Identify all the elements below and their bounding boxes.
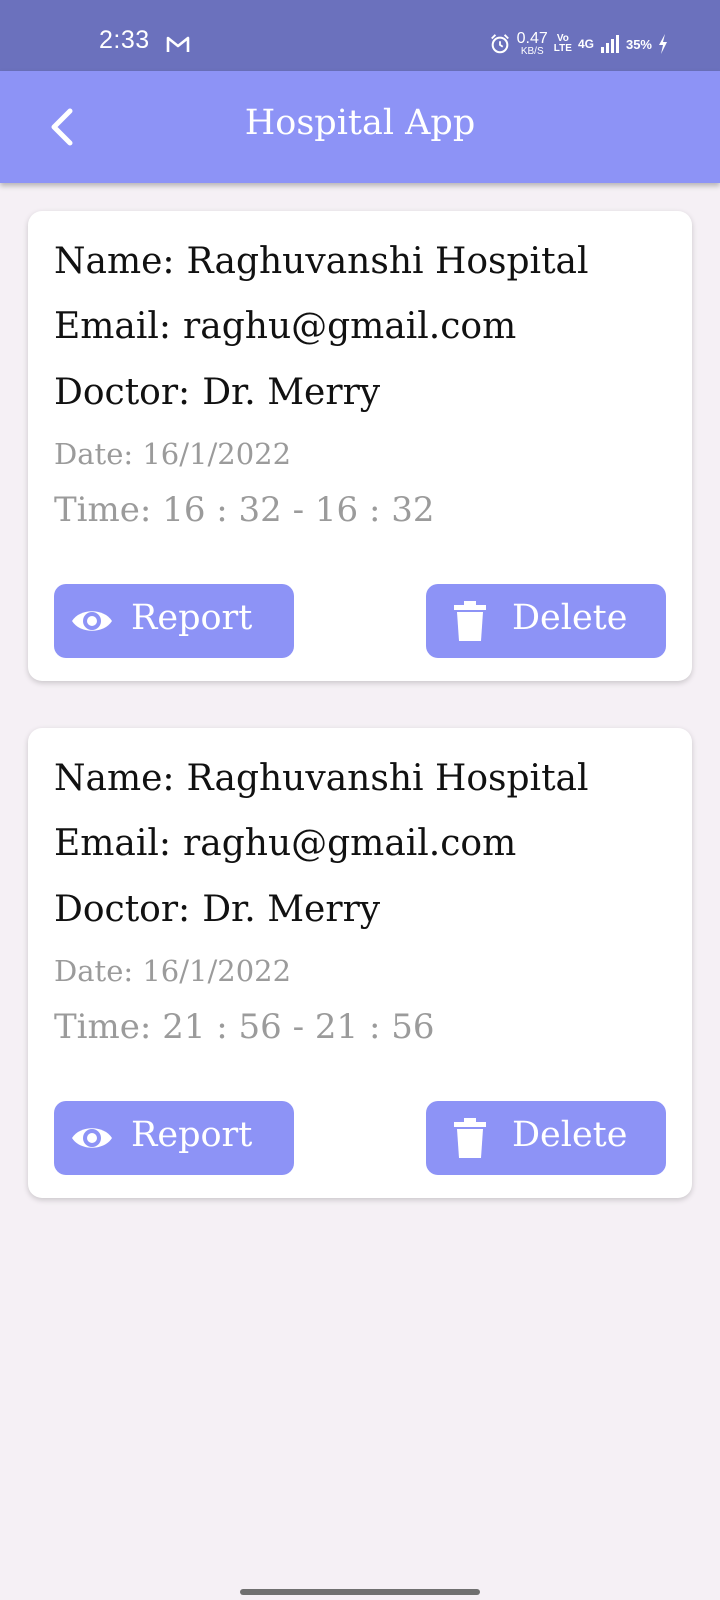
appointment-card: Name: Raghuvanshi Hospital Email: raghu@gm… bbox=[28, 728, 692, 1198]
date-value: 16/1/2022 bbox=[142, 954, 292, 988]
delete-button-label: Delete bbox=[512, 598, 628, 638]
network-speed-value: 0.47 bbox=[516, 30, 548, 47]
battery-level: 35% bbox=[625, 36, 652, 52]
doctor-label: Doctor: bbox=[54, 372, 191, 413]
doctor-name: Dr. Merry bbox=[202, 889, 381, 930]
email-label: Email: bbox=[54, 306, 172, 347]
email-value: raghu@gmail.com bbox=[183, 306, 517, 347]
time-label: Time: bbox=[54, 490, 152, 530]
report-button[interactable]: Report bbox=[54, 1101, 294, 1175]
alarm-icon bbox=[490, 34, 509, 54]
trash-icon bbox=[454, 1118, 486, 1158]
time-value: 21 : 56 - 21 : 56 bbox=[162, 1007, 435, 1047]
date-value: 16/1/2022 bbox=[142, 437, 292, 471]
delete-button-label: Delete bbox=[512, 1115, 628, 1155]
volte-indicator: Vo LTE bbox=[554, 34, 572, 54]
home-indicator[interactable] bbox=[240, 1589, 480, 1595]
status-icons: 0.47 KB/S Vo LTE 4G 35% bbox=[489, 30, 668, 58]
email-label: Email: bbox=[54, 823, 172, 864]
hospital-name-row: Name: Raghuvanshi Hospital bbox=[54, 758, 589, 799]
network-type: 4G bbox=[577, 37, 594, 51]
signal-icon bbox=[600, 35, 619, 53]
email-value: raghu@gmail.com bbox=[183, 823, 517, 864]
appointment-card: Name: Raghuvanshi Hospital Email: raghu@gm… bbox=[28, 211, 692, 681]
date-label: Date: bbox=[54, 954, 134, 988]
time-row: Time: 21 : 56 - 21 : 56 bbox=[54, 1007, 435, 1047]
date-label: Date: bbox=[54, 437, 134, 471]
doctor-row: Doctor: Dr. Merry bbox=[54, 372, 380, 413]
report-button-label: Report bbox=[131, 598, 253, 638]
eye-icon bbox=[72, 611, 112, 631]
doctor-label: Doctor: bbox=[54, 889, 191, 930]
time-label: Time: bbox=[54, 1007, 152, 1047]
date-row: Date: 16/1/2022 bbox=[54, 437, 291, 471]
email-row: Email: raghu@gmail.com bbox=[54, 823, 516, 864]
email-row: Email: raghu@gmail.com bbox=[54, 306, 516, 347]
app-bar: Hospital App bbox=[0, 71, 720, 183]
hospital-name: Raghuvanshi Hospital bbox=[186, 241, 589, 282]
report-button[interactable]: Report bbox=[54, 584, 294, 658]
status-time: 2:33 bbox=[99, 26, 150, 54]
hospital-name: Raghuvanshi Hospital bbox=[186, 758, 589, 799]
status-bar: 2:33 0.47 KB/S Vo LTE 4G 35% bbox=[0, 0, 720, 71]
doctor-name: Dr. Merry bbox=[202, 372, 381, 413]
date-row: Date: 16/1/2022 bbox=[54, 954, 291, 988]
doctor-row: Doctor: Dr. Merry bbox=[54, 889, 380, 930]
hospital-name-row: Name: Raghuvanshi Hospital bbox=[54, 241, 589, 282]
network-speed-unit: KB/S bbox=[520, 46, 544, 57]
time-value: 16 : 32 - 16 : 32 bbox=[162, 490, 435, 530]
eye-icon bbox=[72, 1128, 112, 1148]
bolt-icon bbox=[659, 34, 667, 54]
delete-button[interactable]: Delete bbox=[426, 1101, 666, 1175]
name-label: Name: bbox=[54, 758, 175, 799]
volte-bottom: LTE bbox=[553, 43, 572, 54]
name-label: Name: bbox=[54, 241, 175, 282]
delete-button[interactable]: Delete bbox=[426, 584, 666, 658]
gmail-icon bbox=[166, 36, 190, 52]
network-speed: 0.47 KB/S bbox=[517, 31, 548, 57]
time-row: Time: 16 : 32 - 16 : 32 bbox=[54, 490, 435, 530]
page-title: Hospital App bbox=[244, 103, 476, 143]
report-button-label: Report bbox=[131, 1115, 253, 1155]
trash-icon bbox=[454, 601, 486, 641]
